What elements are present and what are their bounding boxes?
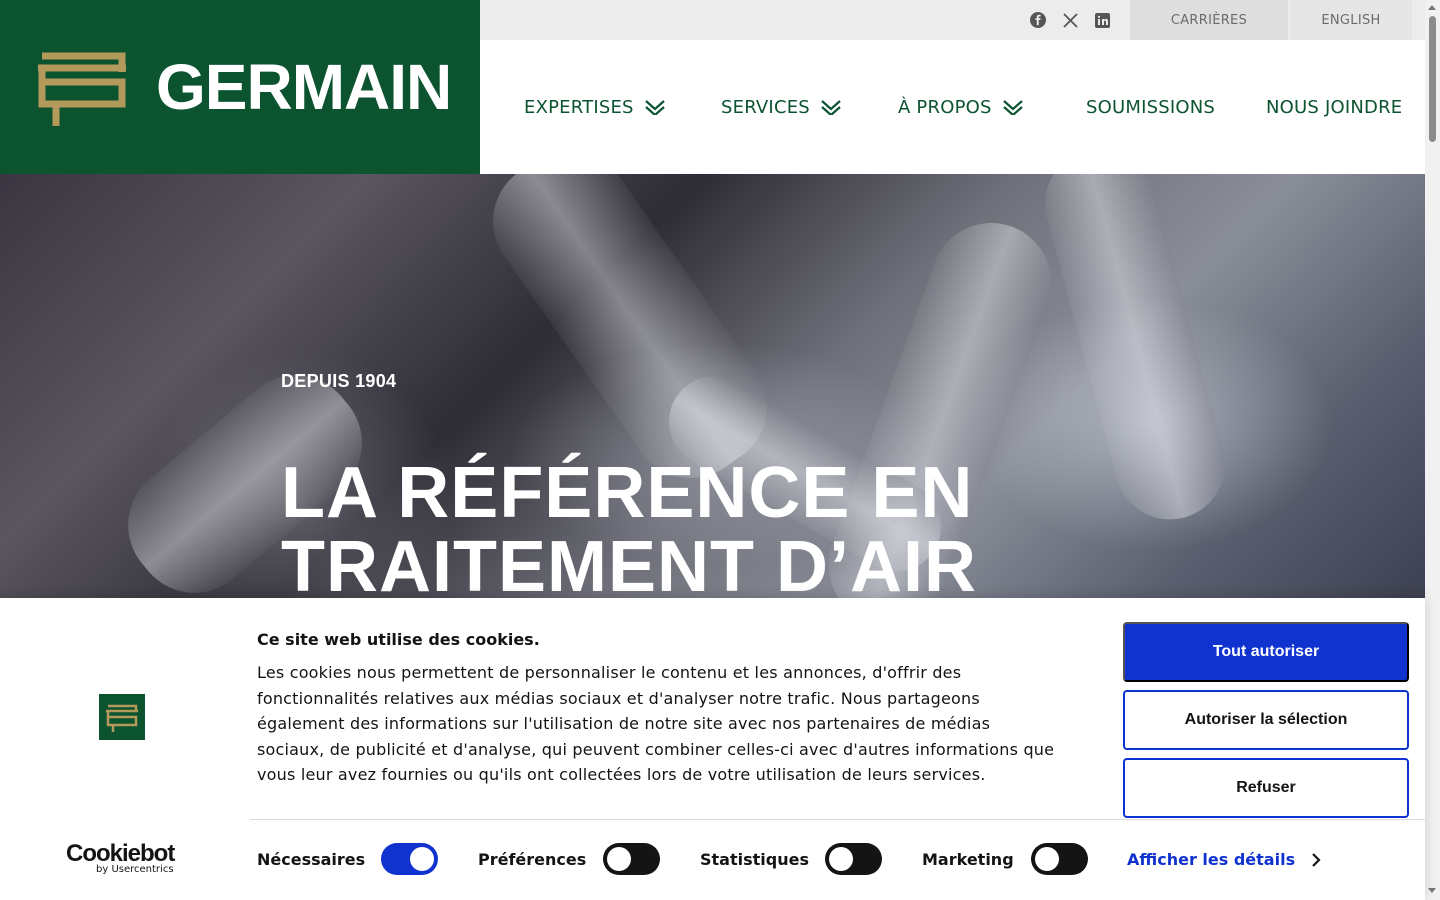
nav-label: EXPERTISES [524, 96, 634, 118]
top-utility-bar: CARRIÈRES ENGLISH [480, 0, 1425, 40]
linkedin-icon[interactable] [1092, 10, 1112, 30]
germain-logo-icon [99, 694, 145, 740]
chevron-right-icon [1312, 852, 1321, 867]
scroll-down-icon[interactable] [1428, 888, 1436, 893]
cookiebot-logo: Cookiebot [66, 840, 175, 867]
language-switch[interactable]: ENGLISH [1290, 0, 1412, 40]
x-icon[interactable] [1060, 10, 1080, 30]
nav-item-expertises[interactable]: EXPERTISES [524, 94, 666, 120]
brand-name: GERMAIN [156, 51, 452, 123]
marketing-toggle[interactable] [1031, 843, 1088, 875]
deny-button[interactable]: Refuser [1123, 758, 1409, 818]
main-nav: EXPERTISES SERVICES À PROPOS SOUMISSIONS… [480, 40, 1425, 174]
cookiebot-sub: by Usercentrics [96, 864, 174, 875]
nav-item-a-propos[interactable]: À PROPOS [898, 94, 1024, 120]
chevron-double-down-icon [1002, 100, 1023, 115]
nav-item-soumissions[interactable]: SOUMISSIONS [1086, 94, 1215, 120]
hero-eyebrow: DEPUIS 1904 [281, 371, 397, 391]
statistics-toggle[interactable] [825, 843, 882, 875]
scroll-up-icon[interactable] [1428, 5, 1436, 10]
necessary-toggle[interactable] [381, 843, 438, 875]
page-scrollbar[interactable] [1425, 0, 1440, 900]
nav-label: SERVICES [721, 96, 810, 118]
nav-item-services[interactable]: SERVICES [721, 94, 842, 120]
germain-logo-icon [38, 52, 126, 126]
hero-title: LA RÉFÉRENCE EN TRAITEMENT D’AIR [281, 456, 1181, 600]
divider [250, 819, 1425, 820]
toggle-label-necessary: Nécessaires [257, 850, 366, 869]
nav-label: À PROPOS [898, 96, 992, 118]
preferences-toggle[interactable] [603, 843, 660, 875]
show-details-link[interactable]: Afficher les détails [1127, 850, 1321, 869]
hero-title-line: TRAITEMENT D’AIR [281, 527, 977, 600]
allow-all-button[interactable]: Tout autoriser [1123, 622, 1409, 682]
careers-link[interactable]: CARRIÈRES [1130, 0, 1288, 40]
chevron-double-down-icon [821, 100, 841, 115]
cookie-title: Ce site web utilise des cookies. [257, 630, 540, 649]
facebook-icon[interactable] [1028, 10, 1048, 30]
details-label: Afficher les détails [1127, 850, 1296, 869]
logo-block[interactable]: GERMAIN [0, 0, 480, 174]
cookie-consent-banner: Cookiebot by Usercentrics Ce site web ut… [0, 598, 1425, 900]
allow-selection-button[interactable]: Autoriser la sélection [1123, 690, 1409, 750]
hero-title-line: LA RÉFÉRENCE EN [281, 453, 974, 533]
toggle-label-preferences: Préférences [478, 850, 587, 869]
hero-banner: DEPUIS 1904 LA RÉFÉRENCE EN TRAITEMENT D… [0, 174, 1425, 600]
nav-label: SOUMISSIONS [1086, 96, 1216, 118]
cookie-description: Les cookies nous permettent de personnal… [257, 663, 1055, 785]
nav-item-nous-joindre[interactable]: NOUS JOINDRE [1266, 94, 1402, 120]
nav-label: NOUS JOINDRE [1266, 96, 1403, 118]
toggle-label-statistics: Statistiques [700, 850, 809, 869]
toggle-label-marketing: Marketing [922, 850, 1014, 869]
chevron-double-down-icon [644, 100, 665, 115]
scroll-thumb[interactable] [1429, 16, 1436, 142]
